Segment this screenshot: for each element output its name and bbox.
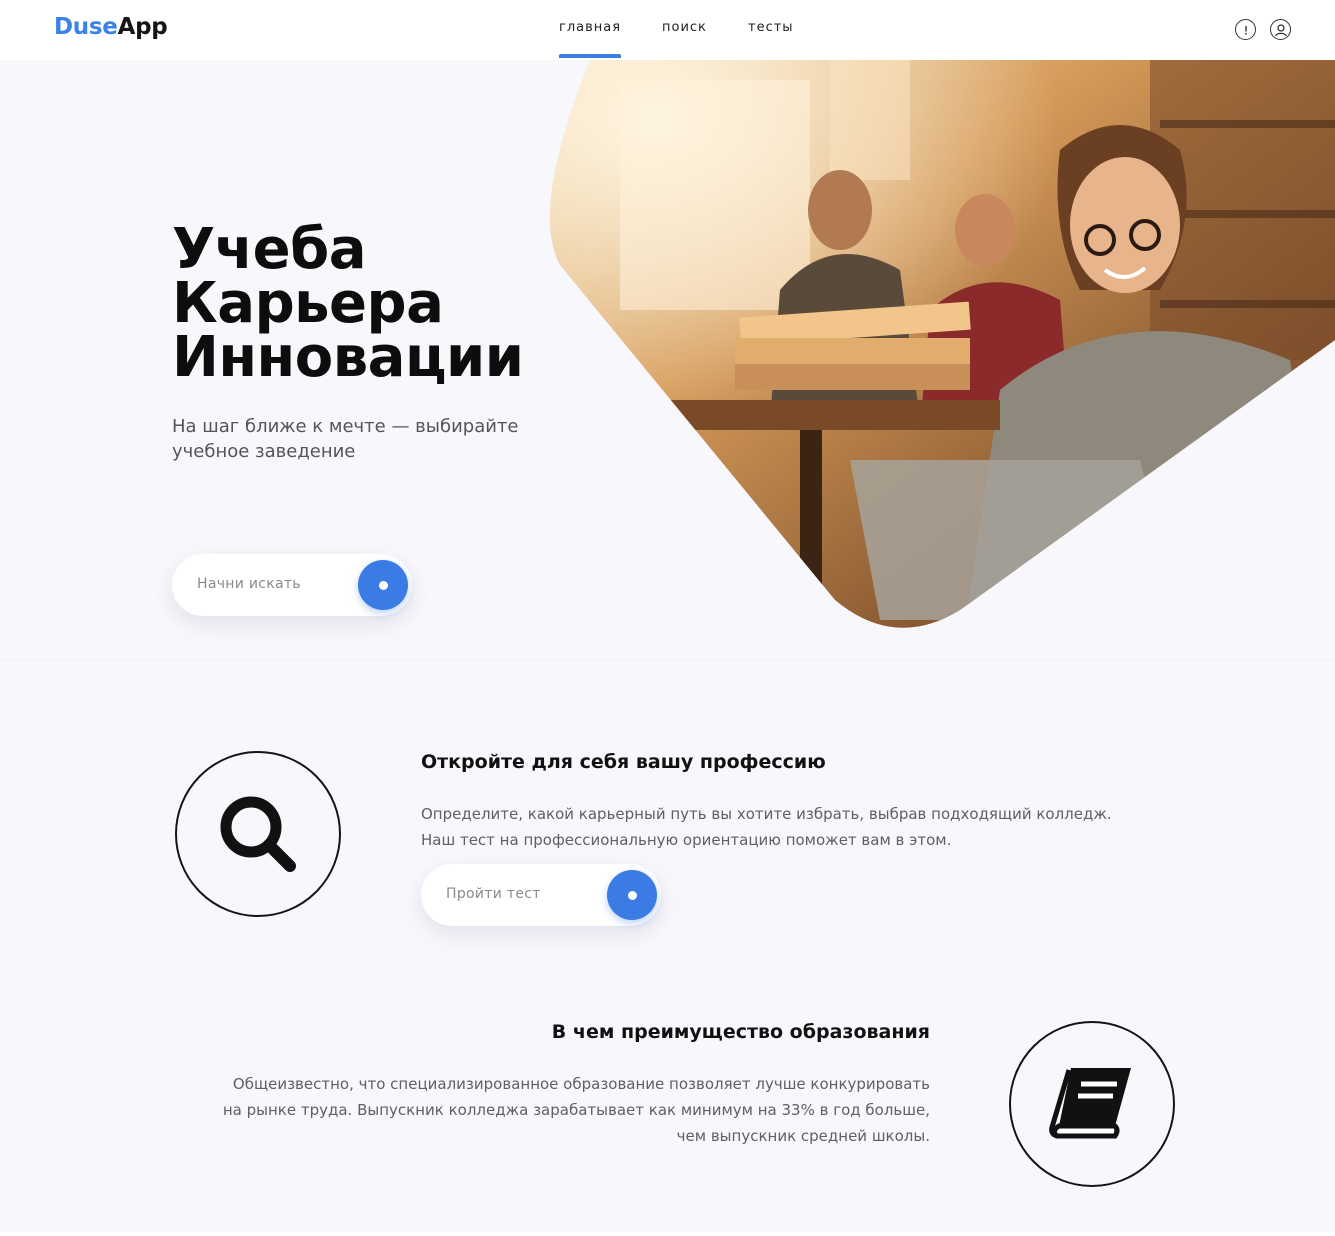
hero-section: Учеба Карьера Инновации На шаг ближе к м… [0,60,1335,660]
advantage-text-line-1: Общеизвестно, что специализированное обр… [232,1075,930,1093]
user-icon[interactable] [1270,19,1291,40]
go-dot-icon [358,560,408,610]
take-test-label: Пройти тест [446,886,541,902]
start-search-label: Начни искать [197,576,301,592]
advantage-title: В чем преимущество образования [551,1021,930,1043]
take-test-button[interactable]: Пройти тест [421,864,661,926]
go-dot-icon [607,870,657,920]
profession-title: Откройте для себя вашу профессию [421,751,826,773]
hero-title: Учеба Карьера Инновации [172,217,524,390]
nav-item-tests[interactable]: тесты [748,20,794,35]
brand-logo[interactable]: DuseApp [54,14,168,40]
brand-logo-part2: App [117,14,168,40]
start-search-button[interactable]: Начни искать [172,554,412,616]
search-icon [220,796,296,872]
profession-text-line-1: Определите, какой карьерный путь вы хоти… [421,805,1112,823]
book-icon [1049,1068,1131,1139]
brand-logo-part1: Duse [54,14,118,40]
profession-text-line-2: Наш тест на профессиональную ориентацию … [421,831,952,849]
book-icon-circle [1009,1021,1175,1187]
hero-title-line-3: Инновации [172,325,524,390]
section-divider [0,660,1335,661]
footer-edge [0,1232,1335,1236]
info-icon[interactable] [1235,19,1256,40]
hero-title-line-2: Карьера [172,271,444,336]
nav-item-home[interactable]: главная [559,20,622,58]
advantage-text-line-3: чем выпускник средней школы. [676,1127,930,1145]
advantage-text-line-2: на рынке труда. Выпускник колледжа зараб… [222,1101,930,1119]
top-header: DuseApp главная поиск тесты [0,0,1335,60]
hero-subtitle: На шаг ближе к мечте — выбирайте учебное… [172,416,519,462]
nav-item-search[interactable]: поиск [662,20,707,35]
hero-title-line-1: Учеба [172,217,367,282]
search-icon-circle [175,751,341,917]
